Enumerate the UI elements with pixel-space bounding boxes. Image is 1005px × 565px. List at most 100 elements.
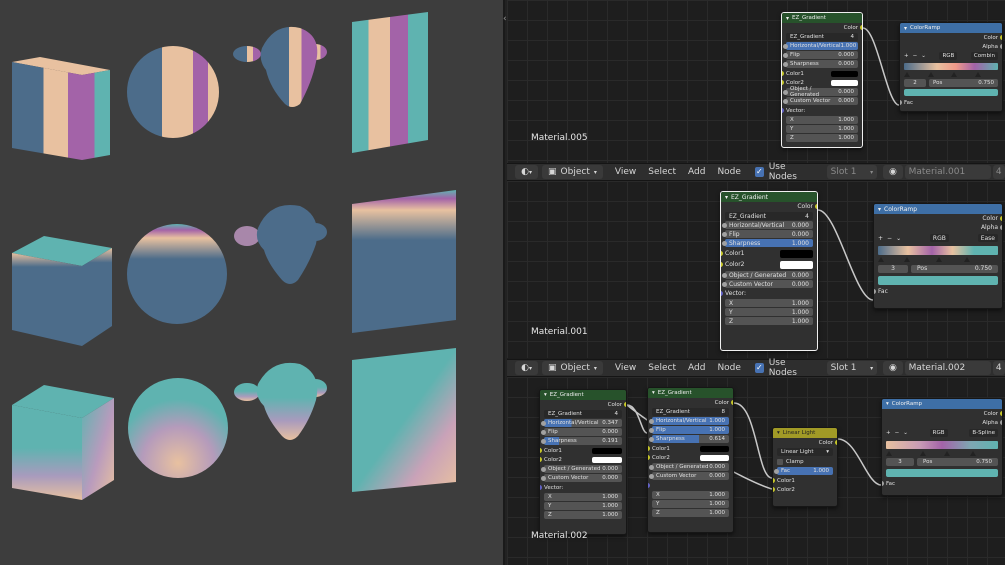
group-selector[interactable]: EZ_Gradient 4 [725,212,813,220]
flip-field[interactable]: Flip 0.000 [783,51,858,59]
menu-add[interactable]: Add [688,363,705,373]
vector-x[interactable]: X 1.000 [544,493,622,501]
slot-select[interactable]: Slot 1 ▾ [826,361,878,375]
custom-vector-field[interactable]: Custom Vector 0.000 [722,280,813,288]
color-swatch[interactable] [592,447,622,454]
stop-color[interactable] [886,469,998,477]
colorramp-node[interactable]: ▾ ColorRamp Color Alpha + − ⌄ RGB Combin … [899,22,1003,112]
3d-viewport[interactable] [0,0,505,565]
menu-select[interactable]: Select [648,167,676,177]
hv-field[interactable]: Horizontal/Vertical 1.000 [783,42,858,50]
editor-type-button[interactable]: ◐ ▾ [515,165,539,179]
ez-gradient-node-b[interactable]: ▾ EZ_Gradient Color EZ_Gradient 8 Horizont… [647,387,734,533]
custom-vector-field[interactable]: Custom Vector 0.000 [649,472,729,480]
vector-y[interactable]: Y 1.000 [544,502,622,510]
object-generated-field[interactable]: Object / Generated 0.000 [783,86,858,98]
node-header[interactable]: ▾ Linear Light [773,428,837,438]
custom-vector-field[interactable]: Custom Vector 0.000 [783,97,858,105]
vector-z[interactable]: Z 1.000 [725,317,813,325]
menu-node[interactable]: Node [717,363,741,373]
blend-mode-select[interactable]: Linear Light ▾ [777,448,833,456]
remove-stop-button[interactable]: − [913,53,918,59]
mix-linear-light-node[interactable]: ▾ Linear Light Color Linear Light ▾ Clamp … [772,427,838,507]
material-browse-button[interactable]: ◉ [883,361,903,375]
material-name-field[interactable]: Material.001 [904,165,991,179]
colorramp-node[interactable]: ▾ ColorRamp Color Alpha + − ⌄ RGB B-Splin… [881,398,1003,496]
sharpness-field[interactable]: Sharpness 1.000 [722,239,813,247]
stop-index[interactable]: 3 [886,458,914,466]
group-selector[interactable]: EZ_Gradient 4 [544,410,622,418]
menu-view[interactable]: View [615,167,636,177]
color-ramp-bar[interactable] [878,246,998,255]
hv-field[interactable]: Horizontal/Vertical 0.347 [541,419,622,427]
flip-field[interactable]: Flip 0.000 [722,230,813,238]
node-header[interactable]: ▾ ColorRamp [900,23,1002,33]
add-stop-button[interactable]: + [878,235,883,242]
output-socket[interactable] [860,25,862,30]
ez-gradient-node[interactable]: ▾ EZ_Gradient Color EZ_Gradient 4 Horizont… [720,191,818,351]
stop-index[interactable]: 2 [904,78,926,87]
node-editor-material-001[interactable]: ▾ EZ_Gradient Color EZ_Gradient 4 Horizont… [507,181,1005,358]
flip-field[interactable]: Flip 1.000 [649,426,729,434]
add-stop-button[interactable]: + [886,430,891,436]
color-swatch[interactable] [830,70,858,77]
color2-row[interactable]: Color2 [648,453,733,462]
node-header[interactable]: ▾ ColorRamp [874,204,1002,214]
object-generated-field[interactable]: Object / Generated 0.000 [541,465,622,473]
interpolation-select[interactable]: Ease [977,234,998,242]
color-ramp-bar[interactable] [904,63,998,70]
node-header[interactable]: ▾ EZ_Gradient [540,390,626,400]
add-stop-button[interactable]: + [904,53,909,59]
stop-color[interactable] [904,89,998,96]
stop-position[interactable]: Pos 0.750 [917,458,998,466]
use-nodes-toggle[interactable]: ✓ Use Nodes [754,162,811,182]
vector-z[interactable]: Z 1.000 [544,511,622,519]
color-mode-select[interactable]: RGB [929,429,948,437]
node-header[interactable]: ▾ EZ_Gradient [782,13,862,23]
material-name-field[interactable]: Material.002 [904,361,991,375]
hv-field[interactable]: Horizontal/Vertical 0.000 [722,221,813,229]
ez-gradient-node[interactable]: ▾ EZ_Gradient Color EZ_Gradient 4 Horizont… [781,12,863,148]
group-selector[interactable]: EZ_Gradient 4 [786,33,858,41]
vector-x[interactable]: X 1.000 [786,116,858,124]
color-swatch[interactable] [699,454,729,461]
sharpness-field[interactable]: Sharpness 0.191 [541,437,622,445]
menu-view[interactable]: View [615,363,636,373]
menu-select[interactable]: Select [648,363,676,373]
node-header[interactable]: ▾ EZ_Gradient [721,192,817,202]
color-mode-select[interactable]: RGB [939,52,958,60]
vector-y[interactable]: Y 1.000 [786,125,858,133]
color-swatch[interactable] [779,249,813,258]
vector-y[interactable]: Y 1.000 [652,500,729,508]
vector-x[interactable]: X 1.000 [652,491,729,499]
color1-row[interactable]: Color1 [648,444,733,453]
color2-row[interactable]: Color2 [721,259,817,270]
menu-node[interactable]: Node [717,167,741,177]
color1-row[interactable]: Color1 [721,248,817,259]
color-swatch[interactable] [592,456,622,463]
remove-stop-button[interactable]: − [895,430,900,436]
ramp-menu-icon[interactable]: ⌄ [921,53,926,59]
material-users-count[interactable]: 4 [992,165,1005,179]
stop-position[interactable]: Pos 0.750 [911,264,998,273]
color2-row[interactable]: Color2 [540,455,626,464]
object-mode-select[interactable]: ▣ Object ▾ [542,361,603,375]
object-generated-field[interactable]: Object / Generated 0.000 [649,463,729,471]
flip-field[interactable]: Flip 0.000 [541,428,622,436]
fac-field[interactable]: Fac 1.000 [774,467,833,475]
ramp-menu-icon[interactable]: ⌄ [896,235,901,242]
sharpness-field[interactable]: Sharpness 0.614 [649,435,729,443]
ramp-menu-icon[interactable]: ⌄ [903,430,908,436]
hv-field[interactable]: Horizontal/Vertical 1.000 [649,417,729,425]
sharpness-field[interactable]: Sharpness 0.000 [783,60,858,68]
node-header[interactable]: ▾ ColorRamp [882,399,1002,409]
stop-color[interactable] [878,276,998,285]
colorramp-node[interactable]: ▾ ColorRamp Color Alpha + − ⌄ RGB Ease 3 … [873,203,1003,309]
remove-stop-button[interactable]: − [887,235,892,242]
stop-index[interactable]: 3 [878,264,908,273]
editor-type-button[interactable]: ◐ ▾ [515,361,539,375]
ez-gradient-node-a[interactable]: ▾ EZ_Gradient Color EZ_Gradient 4 Horizont… [539,389,627,535]
color-swatch[interactable] [779,260,813,269]
color1-row[interactable]: Color1 [782,69,862,78]
use-nodes-toggle[interactable]: ✓ Use Nodes [754,358,811,378]
